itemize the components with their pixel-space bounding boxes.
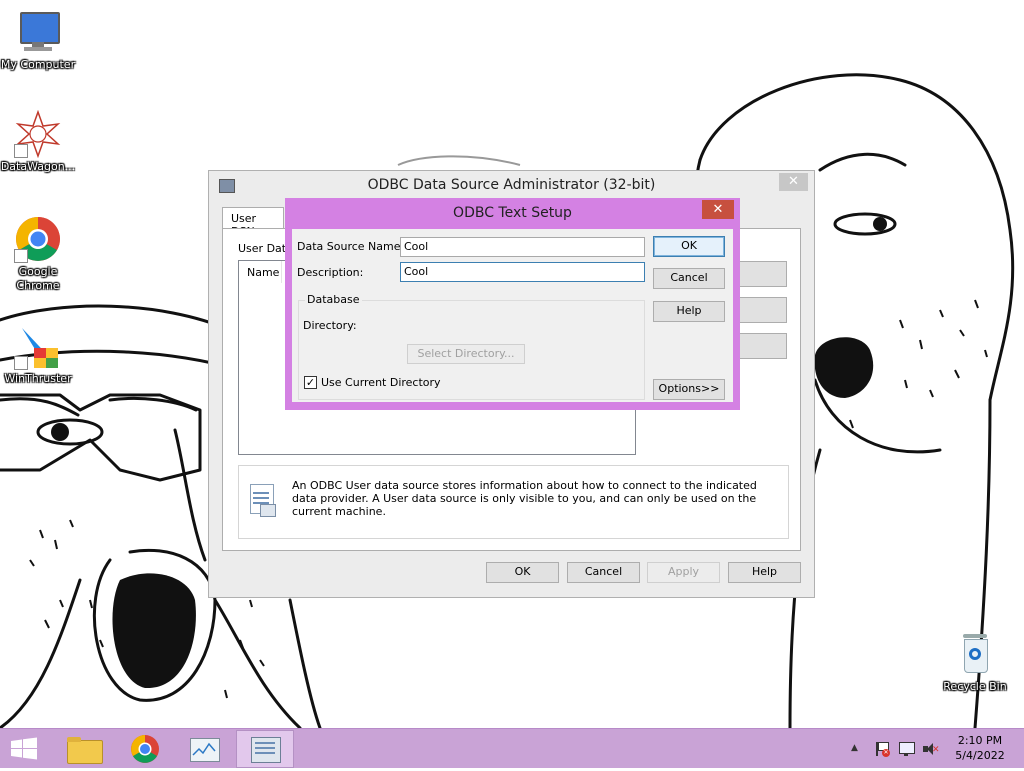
winthruster-icon bbox=[14, 322, 62, 370]
taskbar-chrome[interactable] bbox=[116, 730, 174, 768]
setup-help-button[interactable]: Help bbox=[653, 301, 725, 322]
folder-icon bbox=[67, 740, 103, 764]
options-button[interactable]: Options>> bbox=[653, 379, 725, 400]
recycle-bin-icon bbox=[951, 630, 999, 678]
description-input[interactable]: Cool bbox=[400, 262, 645, 282]
group-label: Database bbox=[305, 293, 362, 306]
datawagon-icon bbox=[14, 109, 62, 159]
dialog-close-button[interactable]: ✕ bbox=[702, 200, 734, 219]
add-button[interactable] bbox=[733, 261, 787, 287]
use-current-directory-checkbox[interactable]: ✓ bbox=[304, 376, 317, 389]
admin-cancel-button[interactable]: Cancel bbox=[567, 562, 640, 583]
dsn-input[interactable]: Cool bbox=[400, 237, 645, 257]
computer-icon bbox=[14, 8, 62, 56]
admin-help-button[interactable]: Help bbox=[728, 562, 801, 583]
configure-button[interactable] bbox=[733, 333, 787, 359]
dialog-title: ODBC Text Setup bbox=[453, 205, 572, 221]
desktop-icon-my-computer[interactable]: My Computer bbox=[0, 8, 76, 72]
monitor-chart-icon bbox=[190, 738, 220, 762]
desktop-icon-datawagon[interactable]: DataWagon... bbox=[0, 109, 76, 174]
desktop-icon-winthruster[interactable]: WinThruster bbox=[0, 322, 76, 386]
desktop-icon-label: Google Chrome bbox=[16, 265, 60, 292]
chrome-icon bbox=[131, 735, 159, 763]
database-groupbox: Database Directory: Select Directory... … bbox=[298, 293, 645, 400]
directory-label: Directory: bbox=[303, 319, 357, 332]
taskbar-file-explorer[interactable] bbox=[56, 730, 114, 768]
taskbar-performance-monitor[interactable] bbox=[176, 730, 234, 768]
dialog-body: Data Source Name: Cool Description: Cool… bbox=[292, 229, 733, 402]
shortcut-arrow-icon bbox=[14, 144, 28, 158]
setup-ok-button[interactable]: OK bbox=[653, 236, 725, 257]
action-center-flag-icon[interactable]: ✕ bbox=[874, 741, 890, 757]
admin-ok-button[interactable]: OK bbox=[486, 562, 559, 583]
desktop-icon-label: My Computer bbox=[0, 58, 76, 71]
chrome-icon bbox=[14, 215, 62, 263]
taskbar: ▲ ✕ ✕ 2:10 PM 5/4/2022 bbox=[0, 728, 1024, 768]
database-info-icon bbox=[248, 484, 276, 517]
window-title: ODBC Data Source Administrator (32-bit) bbox=[367, 177, 656, 193]
dsn-label: Data Source Name: bbox=[297, 240, 405, 253]
taskbar-odbc-admin[interactable] bbox=[236, 730, 294, 768]
windows-logo-icon bbox=[11, 737, 37, 760]
shortcut-arrow-icon bbox=[14, 249, 28, 263]
use-current-directory-label: Use Current Directory bbox=[321, 376, 441, 389]
odbc-text-setup-dialog: ODBC Text Setup ✕ Data Source Name: Cool… bbox=[285, 198, 740, 410]
odbc-icon bbox=[251, 737, 281, 763]
info-text: An ODBC User data source stores informat… bbox=[292, 479, 757, 518]
admin-apply-button[interactable]: Apply bbox=[647, 562, 720, 583]
clock-time: 2:10 PM bbox=[957, 734, 1003, 747]
desktop-icon-label: DataWagon... bbox=[0, 160, 76, 173]
column-header-name[interactable]: Name bbox=[239, 261, 282, 283]
setup-cancel-button[interactable]: Cancel bbox=[653, 268, 725, 289]
desktop-icon-label: WinThruster bbox=[4, 372, 72, 385]
select-directory-button[interactable]: Select Directory... bbox=[407, 344, 525, 364]
description-label: Description: bbox=[297, 266, 364, 279]
info-box: An ODBC User data source stores informat… bbox=[238, 465, 789, 539]
volume-muted-icon[interactable]: ✕ bbox=[922, 741, 940, 757]
title-bar: ODBC Data Source Administrator (32-bit) … bbox=[209, 171, 814, 200]
clock-date: 5/4/2022 bbox=[955, 749, 1005, 762]
start-button[interactable] bbox=[0, 729, 48, 768]
desktop-icon-google-chrome[interactable]: Google Chrome bbox=[0, 215, 76, 293]
desktop-icon-recycle-bin[interactable]: Recycle Bin bbox=[937, 630, 1013, 694]
remove-button[interactable] bbox=[733, 297, 787, 323]
tab-user-dsn[interactable]: User DSN bbox=[222, 207, 284, 238]
desktop-icon-label: Recycle Bin bbox=[943, 680, 1007, 693]
close-button[interactable]: ✕ bbox=[779, 173, 808, 191]
tray-overflow-chevron-icon[interactable]: ▲ bbox=[851, 743, 861, 753]
network-icon[interactable] bbox=[898, 740, 916, 757]
clock[interactable]: 2:10 PM 5/4/2022 bbox=[950, 733, 1010, 763]
shortcut-arrow-icon bbox=[14, 356, 28, 370]
